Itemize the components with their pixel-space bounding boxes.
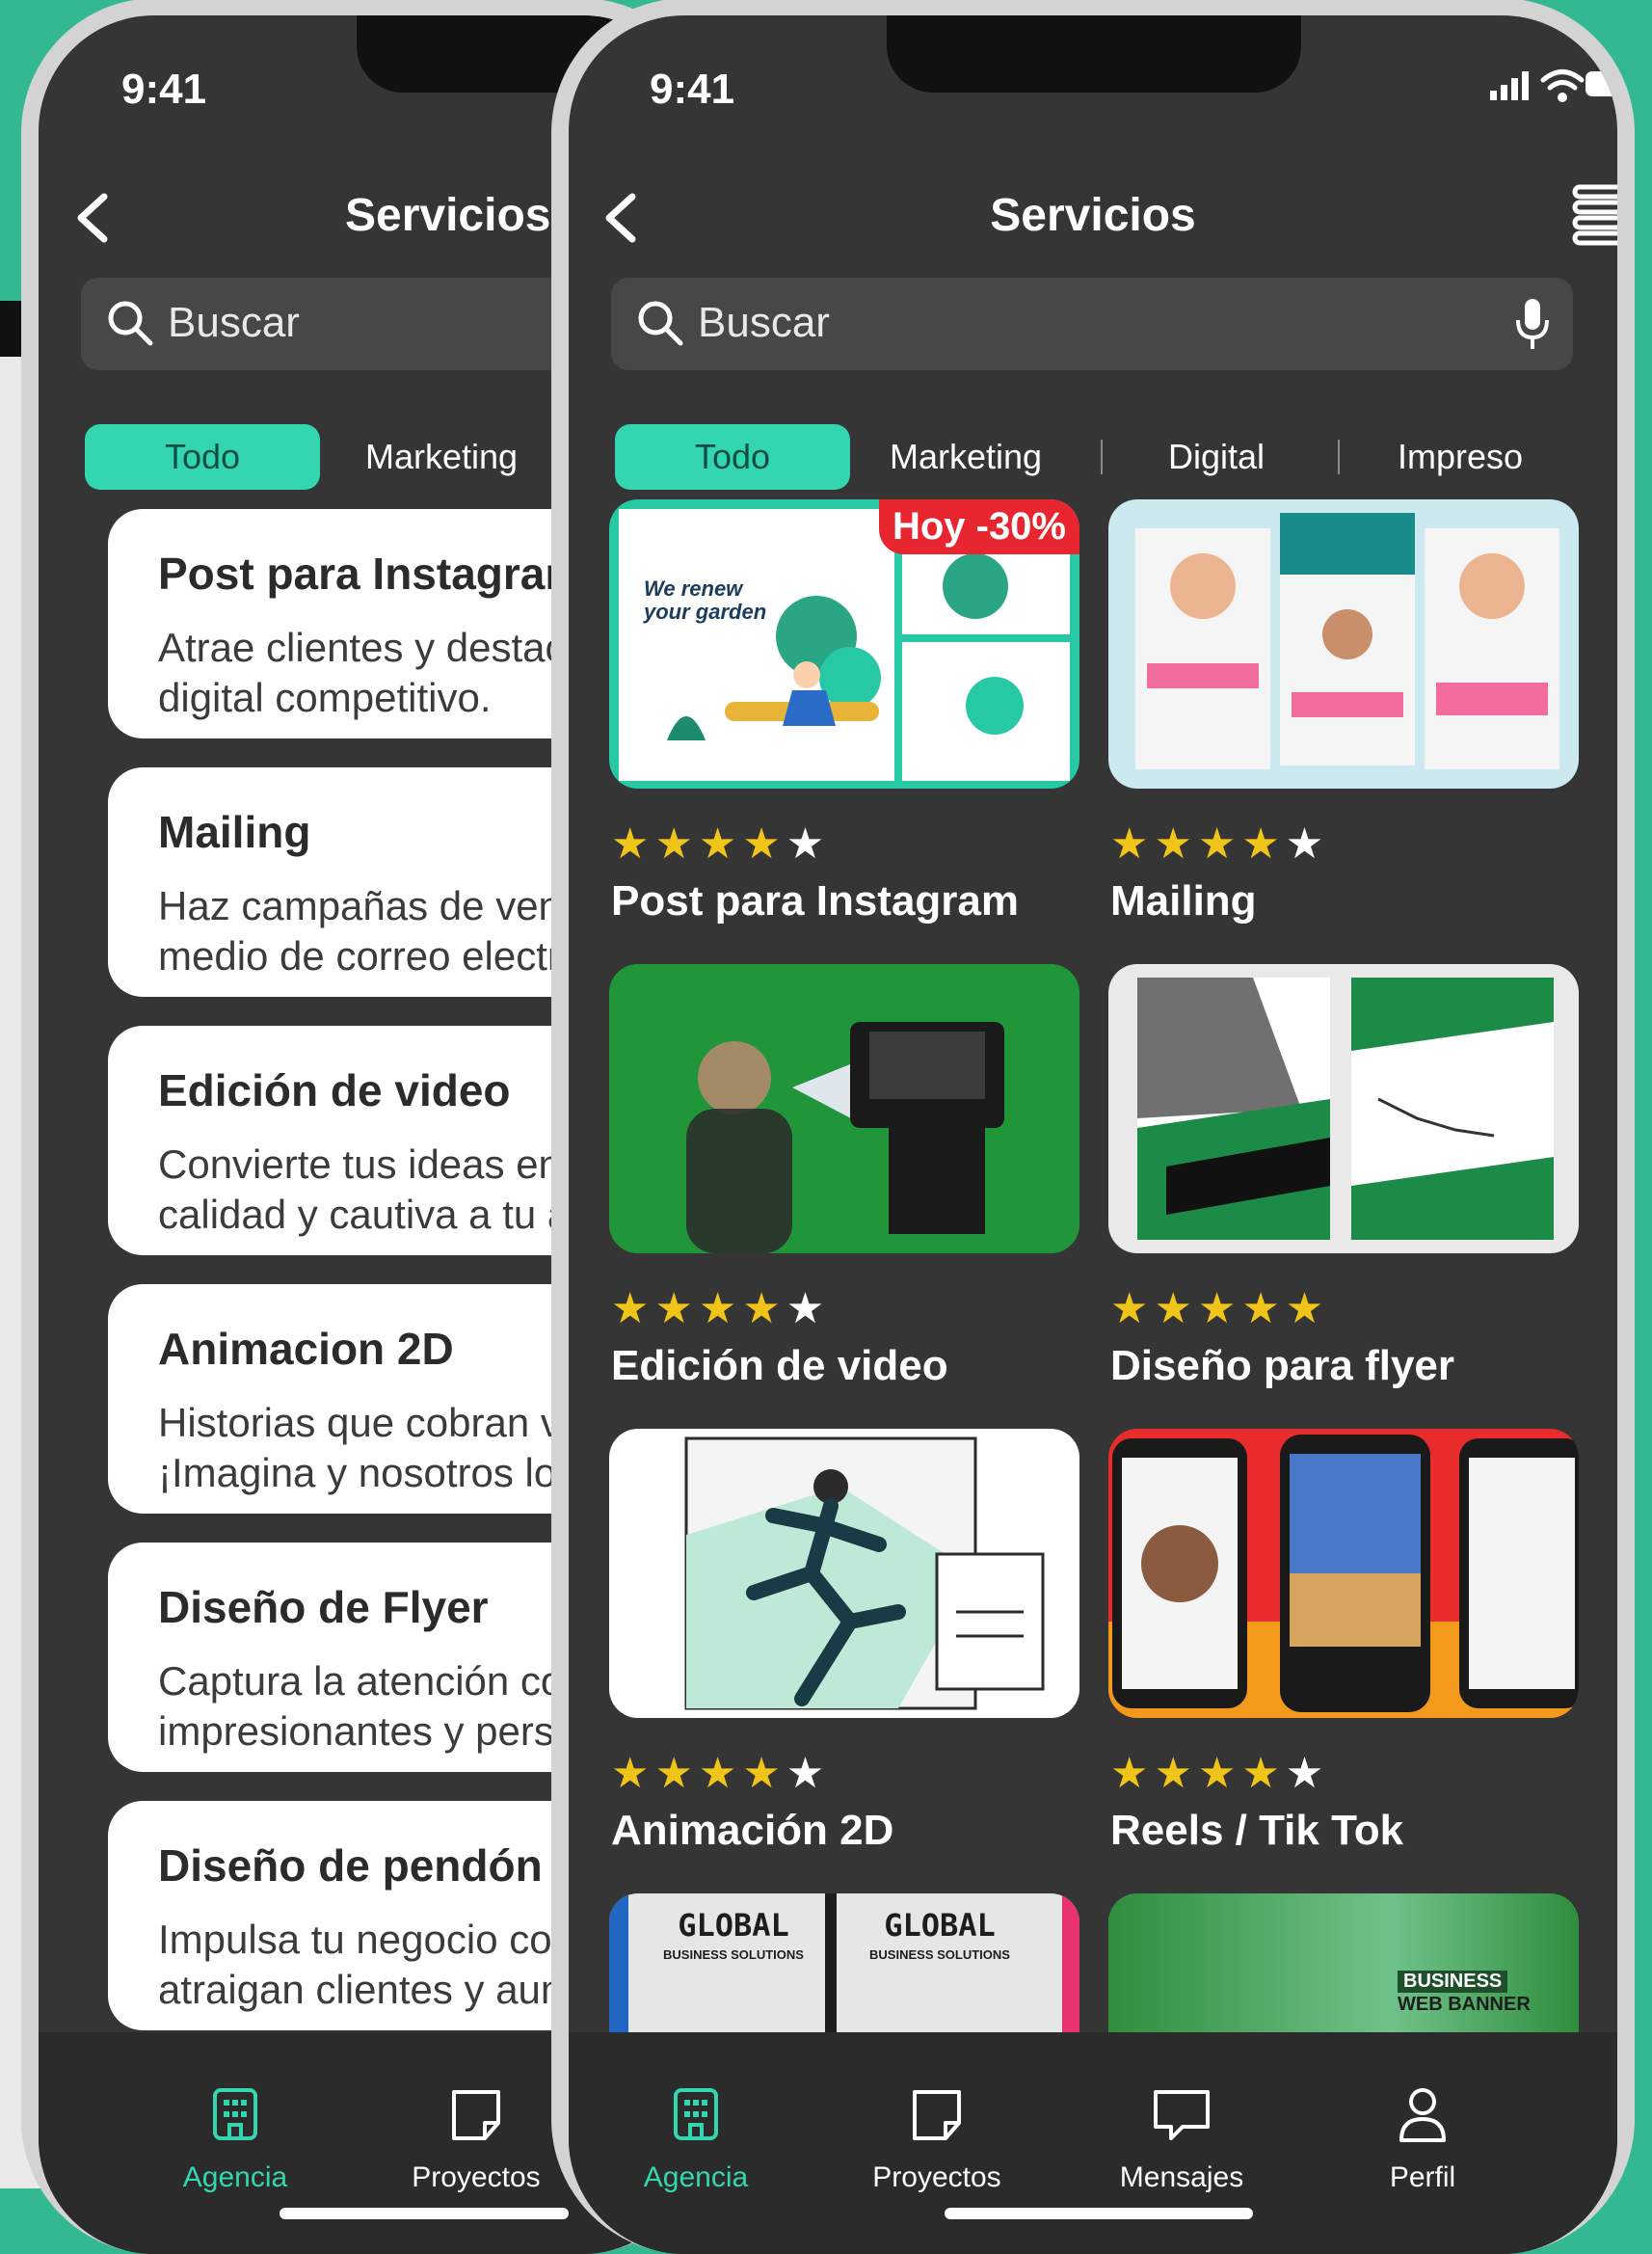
wifi-icon (1540, 69, 1585, 102)
notch (887, 15, 1301, 93)
card-title: Diseño de pendón (158, 1840, 543, 1891)
svg-text:your garden: your garden (643, 600, 766, 624)
tile-image-video[interactable] (609, 964, 1079, 1253)
tile-image-mailing[interactable] (1108, 499, 1579, 789)
search-icon (108, 301, 153, 346)
partial-tile-subtext: BUSINESS SOLUTIONS (869, 1947, 1010, 1962)
tile-title: Reels / Tik Tok (1110, 1807, 1404, 1854)
search-icon (638, 301, 683, 346)
building-icon (213, 2088, 257, 2140)
partial-tile-subtext: BUSINESS SOLUTIONS (663, 1947, 804, 1962)
reels-phones-thumbnail (1108, 1435, 1579, 1718)
chip-impreso[interactable]: Impreso (1349, 424, 1571, 490)
rating-stars: ★★★★★ (611, 820, 831, 868)
home-indicator (280, 2208, 569, 2219)
tile-title: Diseño para flyer (1110, 1342, 1455, 1389)
microphone-icon[interactable] (1513, 297, 1552, 353)
newsletter-thumbnail (1135, 513, 1559, 769)
runner-illustration-thumbnail (684, 1436, 1045, 1710)
rating-stars: ★★★★★ (611, 1285, 831, 1332)
card-title: Animacion 2D (158, 1324, 454, 1374)
note-icon (452, 2090, 500, 2140)
brochure-thumbnail (1137, 978, 1554, 1240)
svg-text:We renew: We renew (644, 577, 744, 601)
tab-label: Agencia (643, 2161, 749, 2193)
tab-label: Mensajes (1119, 2161, 1244, 2193)
card-title: Edición de video (158, 1065, 511, 1115)
user-icon (1399, 2088, 1446, 2142)
status-time: 9:41 (650, 66, 735, 113)
partial-tile-text: GLOBAL (884, 1907, 996, 1944)
search-input[interactable]: Buscar (611, 278, 1573, 370)
phone-right: 9:41 Servicios Buscar Todo Marketing Dig… (551, 0, 1635, 2254)
tab-bar: Agencia Proyectos Mensajes Perfil (569, 2032, 1617, 2254)
tile-title: Edición de video (611, 1342, 948, 1389)
tab-agencia[interactable]: Agencia (590, 2086, 802, 2194)
page-title: Servicios (345, 190, 551, 241)
battery-icon (1585, 71, 1617, 96)
tile-image-flyer[interactable] (1108, 964, 1579, 1253)
chip-divider (1101, 440, 1103, 474)
tab-label: Proyectos (412, 2161, 541, 2193)
card-title: Post para Instagram (158, 549, 585, 599)
rating-stars: ★★★★★ (611, 1750, 831, 1797)
tile-title: Mailing (1110, 877, 1257, 925)
chip-todo[interactable]: Todo (85, 424, 320, 490)
tab-proyectos[interactable]: Proyectos (831, 2086, 1043, 2194)
menu-icon[interactable] (1571, 183, 1617, 247)
partial-tile-text: BUSINESS (1398, 1971, 1508, 1993)
search-placeholder: Buscar (168, 299, 300, 346)
card-title: Diseño de Flyer (158, 1582, 489, 1632)
chip-digital[interactable]: Digital (1110, 424, 1322, 490)
chip-todo[interactable]: Todo (615, 424, 850, 490)
tile-image-animation[interactable] (609, 1429, 1079, 1718)
tab-perfil[interactable]: Perfil (1317, 2086, 1529, 2194)
chip-divider (1338, 440, 1340, 474)
video-production-thumbnail (609, 964, 1079, 1253)
status-time: 9:41 (121, 66, 207, 113)
tab-agencia[interactable]: Agencia (129, 2086, 341, 2194)
tile-title: Animación 2D (611, 1807, 894, 1854)
chat-bubble-icon (1154, 2090, 1210, 2140)
chip-marketing[interactable]: Marketing (869, 424, 1062, 490)
home-indicator (945, 2208, 1253, 2219)
note-icon (913, 2090, 961, 2140)
rating-stars: ★★★★★ (1110, 820, 1330, 868)
tab-proyectos[interactable]: Proyectos (370, 2086, 582, 2194)
tile-title: Post para Instagram (611, 877, 1020, 925)
tab-label: Agencia (182, 2161, 288, 2193)
partial-tile-subtext: WEB BANNER (1398, 1994, 1531, 2015)
rating-stars: ★★★★★ (1110, 1750, 1330, 1797)
back-icon[interactable] (66, 187, 123, 249)
rating-stars: ★★★★★ (1110, 1285, 1330, 1332)
partial-tile-text: GLOBAL (678, 1907, 789, 1944)
discount-badge: Hoy -30% (878, 499, 1079, 554)
chip-marketing[interactable]: Marketing (345, 424, 538, 490)
building-icon (674, 2088, 718, 2140)
tile-image-reels[interactable] (1108, 1429, 1579, 1718)
card-title: Mailing (158, 807, 311, 857)
tab-mensajes[interactable]: Mensajes (1076, 2086, 1288, 2194)
page-title: Servicios (990, 190, 1196, 241)
tab-label: Proyectos (872, 2161, 1001, 2193)
tab-label: Perfil (1389, 2161, 1456, 2193)
search-placeholder: Buscar (698, 299, 830, 346)
screen-right: 9:41 Servicios Buscar Todo Marketing Dig… (569, 15, 1617, 2254)
signal-icon (1490, 71, 1529, 100)
tile-image-instagram[interactable]: We renew your garden Hoy -30% (609, 499, 1079, 789)
